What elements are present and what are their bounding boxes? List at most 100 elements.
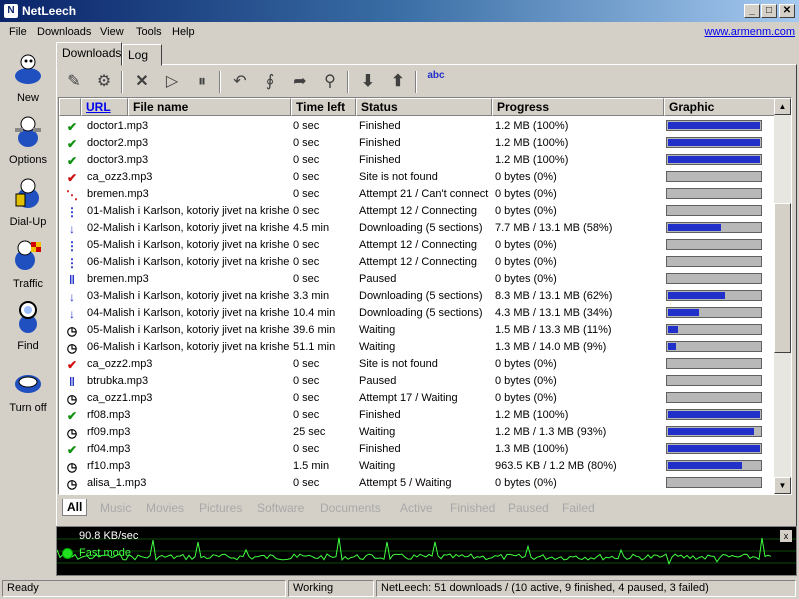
table-row[interactable]: ✔ rf04.mp3 0 sec Finished 1.3 MB (100%) xyxy=(59,441,775,458)
table-row[interactable]: ‖ btrubka.mp3 0 sec Paused 0 bytes (0%) xyxy=(59,373,775,390)
maximize-button[interactable]: □ xyxy=(761,4,777,18)
filter-music[interactable]: Music xyxy=(100,501,131,515)
menu-tools[interactable]: Tools xyxy=(136,26,162,38)
table-row[interactable]: ✔ doctor1.mp3 0 sec Finished 1.2 MB (100%) xyxy=(59,118,775,135)
menu-view[interactable]: View xyxy=(100,26,124,38)
cell-time: 4.5 min xyxy=(293,222,330,234)
cell-status: Attempt 12 / Connecting xyxy=(359,205,478,217)
cell-status: Waiting xyxy=(359,426,396,438)
table-row[interactable]: ↓ 02-Malish i Karlson, kotoriy jivet na k… xyxy=(59,220,775,237)
title-bar[interactable]: N NetLeech _ □ ✕ xyxy=(0,0,799,22)
filter-paused[interactable]: Paused xyxy=(508,501,549,515)
menu-help[interactable]: Help xyxy=(172,26,195,38)
header-graphic[interactable]: Graphic xyxy=(664,98,775,116)
table-row[interactable]: ✔ ca_ozz3.mp3 0 sec Site is not found 0 byte… xyxy=(59,169,775,186)
fast-mode-label[interactable]: Fast mode xyxy=(79,547,131,559)
table-row[interactable]: ◷ rf09.mp3 25 sec Waiting 1.2 MB / 1.3 MB (9… xyxy=(59,424,775,441)
pause-icon[interactable]: ⏸ xyxy=(189,69,215,95)
header-icon-column[interactable] xyxy=(59,98,81,116)
cell-file: 04-Malish i Karlson, kotoriy jivet na kr… xyxy=(87,307,290,319)
undo-icon[interactable]: ↶ xyxy=(227,69,253,95)
filter-movies[interactable]: Movies xyxy=(146,501,184,515)
cell-file: ca_ozz3.mp3 xyxy=(87,171,153,183)
tab-downloads[interactable]: Downloads xyxy=(56,42,122,66)
graph-close-icon[interactable]: x xyxy=(780,530,792,542)
filter-pictures[interactable]: Pictures xyxy=(199,501,242,515)
add-url-icon[interactable]: ✎ xyxy=(61,69,87,95)
progress-graphic xyxy=(666,188,762,199)
menu-downloads[interactable]: Downloads xyxy=(37,26,91,38)
filter-all[interactable]: All xyxy=(62,499,88,516)
table-row[interactable]: ⋱ bremen.mp3 0 sec Attempt 21 / Can't conne… xyxy=(59,186,775,203)
move-up-icon[interactable]: ⬆ xyxy=(385,69,411,95)
filter-failed[interactable]: Failed xyxy=(562,501,595,515)
traffic-graph-line xyxy=(57,537,796,566)
scroll-thumb[interactable] xyxy=(774,203,791,353)
cell-file: alisa_1.mp3 xyxy=(87,477,147,489)
table-row[interactable]: ↓ 03-Malish i Karlson, kotoriy jivet na k… xyxy=(59,288,775,305)
cell-status: Attempt 21 / Can't connect xyxy=(359,188,489,200)
menu-file[interactable]: File xyxy=(9,26,27,38)
table-row[interactable]: ‖ bremen.mp3 0 sec Paused 0 bytes (0%) xyxy=(59,271,775,288)
filter-documents[interactable]: Documents xyxy=(320,501,381,515)
vertical-scrollbar[interactable]: ▲ ▼ xyxy=(774,98,791,494)
filter-software[interactable]: Software xyxy=(257,501,304,515)
delete-icon[interactable]: ✕ xyxy=(129,69,155,95)
close-button[interactable]: ✕ xyxy=(779,4,795,18)
table-row[interactable]: ⋮ 05-Malish i Karlson, kotoriy jivet na k… xyxy=(59,237,775,254)
progress-graphic xyxy=(666,358,762,369)
search-icon[interactable]: ⚲ xyxy=(317,69,343,95)
header-status[interactable]: Status xyxy=(356,98,492,116)
progress-graphic xyxy=(666,341,762,352)
tab-log[interactable]: Log xyxy=(122,44,162,66)
move-down-icon[interactable]: ⬇ xyxy=(355,69,381,95)
new-label: New xyxy=(16,92,39,104)
table-row[interactable]: ✔ doctor2.mp3 0 sec Finished 1.2 MB (100%) xyxy=(59,135,775,152)
cell-file: btrubka.mp3 xyxy=(87,375,149,387)
header-time-left[interactable]: Time left xyxy=(291,98,356,116)
header-progress[interactable]: Progress xyxy=(492,98,664,116)
cell-status: Finished xyxy=(359,443,401,455)
table-row[interactable]: ◷ 05-Malish i Karlson, kotoriy jivet na k… xyxy=(59,322,775,339)
turn-off-button[interactable]: Turn off xyxy=(2,358,54,420)
scroll-up-icon[interactable]: ▲ xyxy=(774,98,791,115)
table-row[interactable]: ↓ 04-Malish i Karlson, kotoriy jivet na k… xyxy=(59,305,775,322)
cell-status: Attempt 12 / Connecting xyxy=(359,256,478,268)
table-row[interactable]: ◷ alisa_1.mp3 0 sec Attempt 5 / Waiting 0 by… xyxy=(59,475,775,492)
status-bar: Ready Working NetLeech: 51 downloads / (… xyxy=(0,578,799,599)
progress-graphic xyxy=(666,324,762,335)
table-row[interactable]: ⋮ 01-Malish i Karlson, kotoriy jivet na k… xyxy=(59,203,775,220)
table-row[interactable]: ✔ ca_ozz2.mp3 0 sec Site is not found 0 byte… xyxy=(59,356,775,373)
header-url[interactable]: URL xyxy=(81,98,128,116)
cell-time: 0 sec xyxy=(293,375,320,387)
table-row[interactable]: ✔ rf08.mp3 0 sec Finished 1.2 MB (100%) xyxy=(59,407,775,424)
dialup-button[interactable]: Dial-Up xyxy=(2,172,54,234)
find-button[interactable]: Find xyxy=(2,296,54,358)
check-status-icon: ✔ xyxy=(66,120,78,134)
header-file-name[interactable]: File name xyxy=(128,98,291,116)
new-button[interactable]: New xyxy=(2,48,54,110)
website-link[interactable]: www.armenm.com xyxy=(705,26,795,38)
cell-status: Downloading (5 sections) xyxy=(359,307,483,319)
table-row[interactable]: ◷ 06-Malish i Karlson, kotoriy jivet na k… xyxy=(59,339,775,356)
table-row[interactable]: ✔ doctor3.mp3 0 sec Finished 1.2 MB (100%) xyxy=(59,152,775,169)
move-icon[interactable]: ➦ xyxy=(287,69,313,95)
traffic-button[interactable]: Traffic xyxy=(2,234,54,296)
table-row[interactable]: ◷ ca_ozz1.mp3 0 sec Attempt 17 / Waiting 0 b… xyxy=(59,390,775,407)
turn-off-label: Turn off xyxy=(9,402,47,414)
filter-active[interactable]: Active xyxy=(400,501,433,515)
start-icon[interactable]: ▷ xyxy=(159,69,185,95)
properties-icon[interactable]: ⚙ xyxy=(91,69,117,95)
filter-finished[interactable]: Finished xyxy=(450,501,495,515)
check-status-icon: ✔ xyxy=(66,409,78,423)
scroll-down-icon[interactable]: ▼ xyxy=(774,477,791,494)
options-button[interactable]: Options xyxy=(2,110,54,172)
link-icon[interactable]: ∮ xyxy=(257,69,283,95)
cell-progress: 4.3 MB / 13.1 MB (34%) xyxy=(495,307,613,319)
table-row[interactable]: ◷ rf10.mp3 1.5 min Waiting 963.5 KB / 1.2 MB… xyxy=(59,458,775,475)
cell-file: rf08.mp3 xyxy=(87,409,131,421)
table-row[interactable]: ⋮ 06-Malish i Karlson, kotoriy jivet na k… xyxy=(59,254,775,271)
minimize-button[interactable]: _ xyxy=(744,4,760,18)
cell-status: Finished xyxy=(359,120,401,132)
spell-check-icon[interactable]: abc xyxy=(423,69,449,95)
